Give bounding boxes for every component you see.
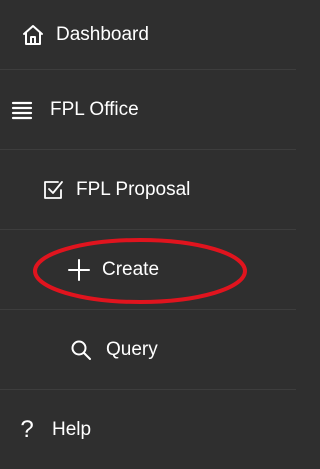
sidebar-nav: Dashboard FPL Office FPL Proposal Create… [0,0,296,469]
nav-item-create[interactable]: Create [0,230,296,310]
nav-item-fpl-office[interactable]: FPL Office [0,70,296,150]
plus-icon [64,255,94,285]
help-icon: ? [20,415,34,443]
nav-item-fpl-office-label: FPL Office [50,99,139,120]
home-icon [20,22,46,48]
nav-item-query[interactable]: Query [0,310,296,390]
nav-item-create-label: Create [102,259,160,280]
nav-item-help-label: Help [52,419,92,440]
list-icon [8,96,36,124]
nav-item-query-label: Query [106,339,158,360]
nav-item-dashboard-label: Dashboard [56,24,149,45]
nav-item-fpl-proposal[interactable]: FPL Proposal [0,150,296,230]
nav-item-fpl-proposal-label: FPL Proposal [76,179,191,200]
nav-item-help[interactable]: ? Help [0,390,296,469]
checkbox-icon [40,177,66,203]
search-icon [68,337,94,363]
nav-item-dashboard[interactable]: Dashboard [0,0,296,70]
